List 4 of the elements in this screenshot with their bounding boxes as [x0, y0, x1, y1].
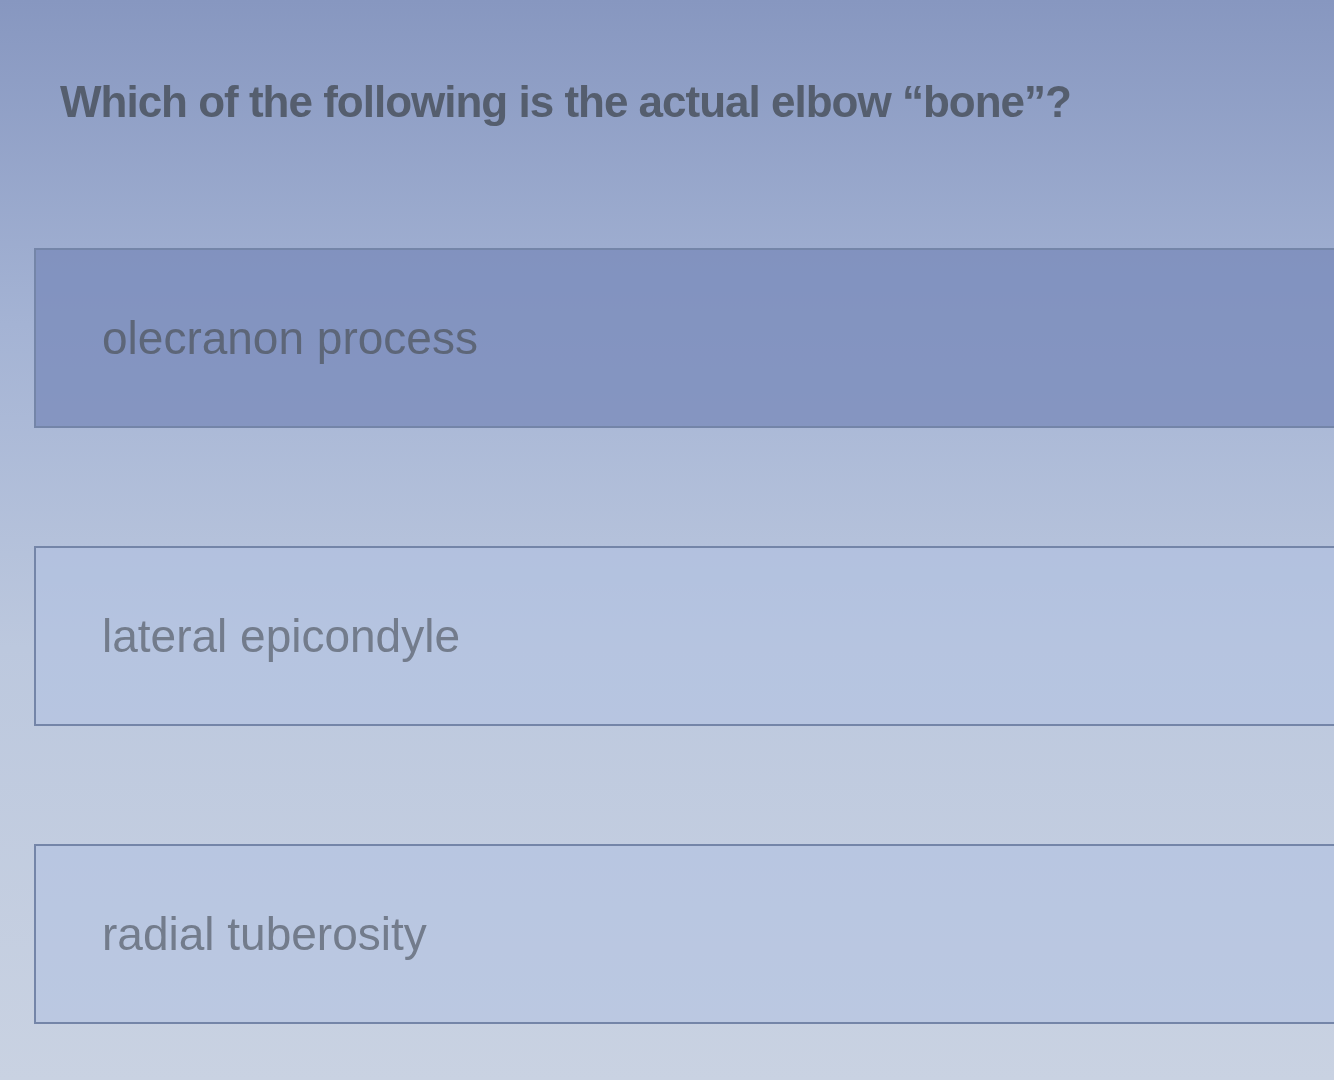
answer-option[interactable]: radial tuberosity: [34, 844, 1334, 1024]
answer-option[interactable]: olecranon process: [34, 248, 1334, 428]
question-text: Which of the following is the actual elbow “bone”?: [60, 76, 1071, 128]
answer-option[interactable]: lateral epicondyle: [34, 546, 1334, 726]
